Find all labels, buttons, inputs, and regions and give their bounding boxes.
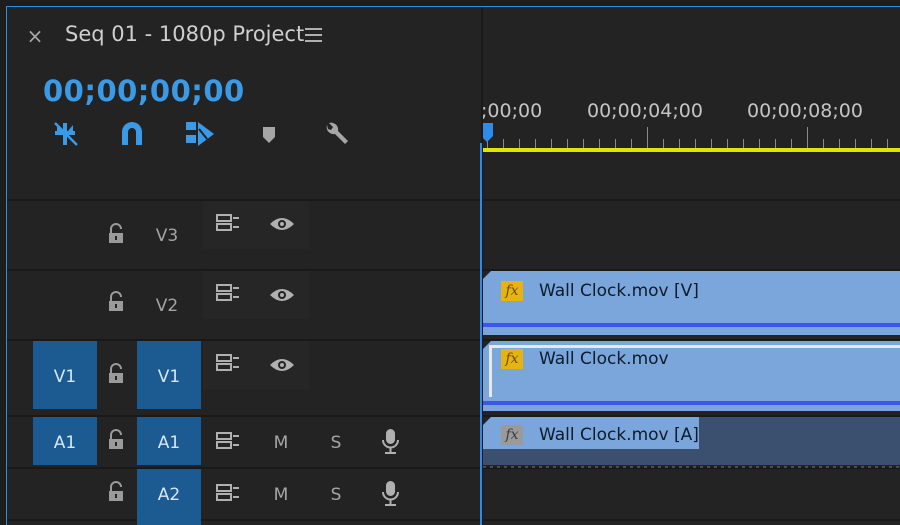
sync-lock-icon[interactable]	[215, 483, 241, 507]
sequence-tab-title[interactable]: Seq 01 - 1080p Project	[65, 19, 304, 49]
wrench-icon[interactable]	[319, 119, 353, 149]
microphone-icon[interactable]	[381, 479, 401, 513]
source-patch-label: A1	[53, 433, 77, 453]
track-target-v1[interactable]: V1	[137, 341, 201, 409]
solo-track-button[interactable]: S	[325, 485, 347, 505]
mute-track-button[interactable]: M	[269, 433, 293, 453]
add-marker-icon[interactable]	[255, 119, 289, 149]
track-target-a1[interactable]: A1	[137, 417, 201, 465]
audio-clip-a1[interactable]: fx Wall Clock.mov [A]	[483, 417, 900, 468]
solo-track-button[interactable]: S	[325, 433, 347, 453]
clip-label: Wall Clock.mov	[539, 349, 669, 369]
lock-icon[interactable]	[107, 223, 127, 245]
ruler-label: 00;00;08;00	[747, 100, 863, 122]
sync-lock-icon[interactable]	[215, 283, 241, 307]
sync-lock-icon[interactable]	[215, 213, 241, 237]
playhead-line[interactable]	[480, 143, 482, 525]
lock-icon[interactable]	[107, 429, 127, 451]
timeline-panel: × Seq 01 - 1080p Project 00;00;00;00 ;00…	[6, 6, 900, 525]
video-clip-v2[interactable]: fx Wall Clock.mov [V]	[483, 271, 900, 335]
ruler-label: ;00;00	[481, 100, 543, 122]
clip-stripe	[483, 323, 900, 327]
magnet-icon[interactable]	[115, 119, 149, 149]
snap-nest-icon[interactable]	[49, 119, 83, 149]
close-panel-button[interactable]: ×	[25, 25, 45, 47]
video-clip-v1[interactable]: fx Wall Clock.mov	[483, 341, 900, 411]
source-patch-a1[interactable]: A1	[33, 417, 97, 465]
lock-icon[interactable]	[107, 363, 127, 385]
source-patch-label: V1	[53, 367, 77, 387]
fx-badge: fx	[501, 281, 523, 301]
mute-track-button[interactable]: M	[269, 485, 293, 505]
work-area-bar[interactable]	[481, 148, 900, 152]
ruler-tick	[807, 127, 808, 149]
playhead-timecode[interactable]: 00;00;00;00	[43, 73, 245, 109]
clip-stripe	[483, 401, 900, 405]
track-name-v1: V1	[157, 367, 181, 387]
sync-lock-icon[interactable]	[215, 353, 241, 377]
track-target-a2[interactable]: A2	[137, 469, 201, 519]
ruler-label: 00;00;04;00	[587, 100, 703, 122]
audio-waveform	[483, 455, 900, 468]
fx-badge: fx	[501, 425, 523, 445]
track-name-v2[interactable]: V2	[147, 296, 187, 316]
linked-selection-icon[interactable]	[183, 119, 217, 149]
clip-label: Wall Clock.mov [V]	[539, 281, 699, 301]
clip-label: Wall Clock.mov [A]	[539, 425, 699, 445]
track-name-a2: A2	[157, 485, 181, 505]
track-name-v3[interactable]: V3	[147, 226, 187, 246]
track-name-a1: A1	[157, 433, 181, 453]
ruler-tick	[647, 127, 648, 149]
lock-icon[interactable]	[107, 291, 127, 313]
eye-icon[interactable]	[269, 286, 295, 308]
microphone-icon[interactable]	[381, 427, 401, 461]
panel-menu-icon[interactable]	[305, 28, 322, 42]
eye-icon[interactable]	[269, 215, 295, 237]
lock-icon[interactable]	[107, 481, 127, 503]
source-patch-v1[interactable]: V1	[33, 341, 97, 409]
fx-badge: fx	[501, 349, 523, 369]
eye-icon[interactable]	[269, 356, 295, 378]
sync-lock-icon[interactable]	[215, 431, 241, 455]
